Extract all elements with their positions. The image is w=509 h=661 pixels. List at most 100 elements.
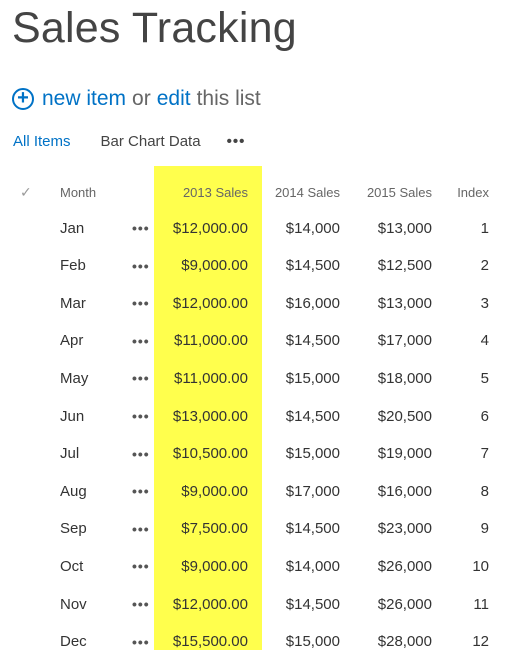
sales-2015-cell: $18,000 [377,369,432,387]
row-menu-icon[interactable]: ••• [132,446,150,462]
index-cell: 3 [480,294,489,312]
index-cell: 2 [480,257,489,275]
sales-2015-cell: $26,000 [377,595,432,613]
table-row[interactable]: Oct ••• $9,000.00 $14,000 $26,000 10 [0,547,509,585]
sales-2015-cell: $13,000 [377,219,432,237]
index-cell: 9 [480,520,489,538]
row-menu-icon[interactable]: ••• [132,333,150,349]
sales-2015-cell: $13,000 [377,294,432,312]
sales-2014-cell: $14,500 [285,595,340,613]
row-menu-icon[interactable]: ••• [132,521,150,537]
sales-2013-cell: $10,500.00 [172,445,248,463]
month-cell: Sep [60,520,87,538]
index-cell: 1 [480,219,489,237]
edit-link[interactable]: edit [157,87,191,111]
view-selector: All Items Bar Chart Data ••• [13,133,245,150]
sales-2014-cell: $14,500 [285,407,340,425]
month-cell: Apr [60,332,84,350]
sales-2013-cell: $15,500.00 [172,633,248,651]
sales-2014-cell: $14,500 [285,257,340,275]
view-all-items[interactable]: All Items [13,133,71,150]
table-row[interactable]: Apr ••• $11,000.00 $14,500 $17,000 4 [0,322,509,360]
index-cell: 10 [472,557,489,575]
month-cell: Oct [60,557,84,575]
sales-2013-cell: $12,000.00 [172,219,248,237]
sales-2014-cell: $14,000 [285,557,340,575]
sales-2014-cell: $14,500 [285,520,340,538]
index-cell: 7 [480,445,489,463]
index-cell: 5 [480,369,489,387]
new-item-bar: + new item or edit this list [12,87,267,111]
table-row[interactable]: Aug ••• $9,000.00 $17,000 $16,000 8 [0,472,509,510]
sales-2014-cell: $15,000 [285,633,340,651]
table-row[interactable]: Jan ••• $12,000.00 $14,000 $13,000 1 [0,209,509,247]
sales-2013-cell: $9,000.00 [181,482,248,500]
month-cell: Nov [60,595,87,613]
table-row[interactable]: Jun ••• $13,000.00 $14,500 $20,500 6 [0,397,509,435]
month-cell: Jul [60,445,80,463]
page-title: Sales Tracking [12,4,297,52]
month-cell: Dec [60,633,87,651]
sales-2014-cell: $17,000 [285,482,340,500]
table-row[interactable]: Mar ••• $12,000.00 $16,000 $13,000 3 [0,284,509,322]
row-menu-icon[interactable]: ••• [132,483,150,499]
row-menu-icon[interactable]: ••• [132,258,150,274]
sales-2013-cell: $9,000.00 [181,557,248,575]
sales-2013-cell: $9,000.00 [181,257,248,275]
month-cell: Aug [60,482,87,500]
sales-2014-cell: $14,000 [285,219,340,237]
sales-2015-cell: $19,000 [377,445,432,463]
row-menu-icon[interactable]: ••• [132,295,150,311]
more-views-icon[interactable]: ••• [227,133,246,150]
row-menu-icon[interactable]: ••• [132,408,150,424]
table-header: ✓ Month 2013 Sales 2014 Sales 2015 Sales… [0,173,509,211]
sales-2013-cell: $11,000.00 [174,332,248,350]
row-menu-icon[interactable]: ••• [132,370,150,386]
index-cell: 6 [480,407,489,425]
index-cell: 8 [480,482,489,500]
sales-2014-cell: $14,500 [285,332,340,350]
add-icon[interactable]: + [12,88,34,110]
sales-2014-cell: $15,000 [285,369,340,387]
select-all-check-icon[interactable]: ✓ [20,184,32,201]
table-row[interactable]: May ••• $11,000.00 $15,000 $18,000 5 [0,359,509,397]
row-menu-icon[interactable]: ••• [132,558,150,574]
table-row[interactable]: Dec ••• $15,500.00 $15,000 $28,000 12 [0,623,509,661]
month-cell: Mar [60,294,86,312]
row-menu-icon[interactable]: ••• [132,220,150,236]
index-cell: 4 [480,332,489,350]
sales-2013-cell: $7,500.00 [181,520,248,538]
index-cell: 12 [472,633,489,651]
sales-2015-cell: $20,500 [377,407,432,425]
or-text: or [132,87,151,110]
index-cell: 11 [473,595,489,613]
column-header-2015-sales[interactable]: 2015 Sales [367,185,432,200]
month-cell: Feb [60,257,86,275]
new-item-link[interactable]: new item [42,87,126,111]
column-header-2013-sales[interactable]: 2013 Sales [183,185,248,200]
month-cell: May [60,369,89,387]
column-header-index[interactable]: Index [457,185,489,200]
month-cell: Jan [60,219,85,237]
column-header-2014-sales[interactable]: 2014 Sales [275,185,340,200]
table-row[interactable]: Nov ••• $12,000.00 $14,500 $26,000 11 [0,585,509,623]
sales-2013-cell: $12,000.00 [172,595,248,613]
row-menu-icon[interactable]: ••• [132,634,150,650]
sales-2014-cell: $15,000 [285,445,340,463]
sales-2015-cell: $17,000 [377,332,432,350]
table-row[interactable]: Jul ••• $10,500.00 $15,000 $19,000 7 [0,435,509,473]
table-row[interactable]: Feb ••• $9,000.00 $14,500 $12,500 2 [0,247,509,285]
sales-2013-cell: $11,000.00 [174,369,248,387]
row-menu-icon[interactable]: ••• [132,596,150,612]
view-bar-chart-data[interactable]: Bar Chart Data [101,133,201,150]
month-cell: Jun [60,407,85,425]
sales-2013-cell: $12,000.00 [172,294,248,312]
table-row[interactable]: Sep ••• $7,500.00 $14,500 $23,000 9 [0,510,509,548]
sales-2015-cell: $28,000 [377,633,432,651]
sales-2015-cell: $23,000 [377,520,432,538]
sales-2015-cell: $16,000 [377,482,432,500]
sales-2015-cell: $26,000 [377,557,432,575]
sales-2015-cell: $12,500 [377,257,432,275]
sales-2014-cell: $16,000 [285,294,340,312]
column-header-month[interactable]: Month [60,185,96,200]
